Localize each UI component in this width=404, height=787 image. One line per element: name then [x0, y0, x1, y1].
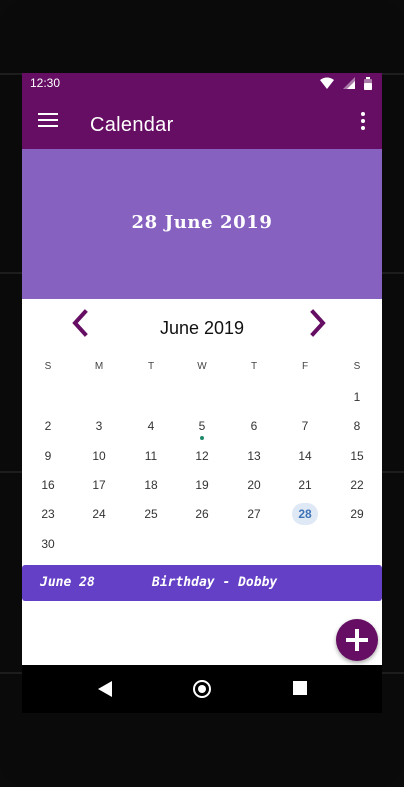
system-nav-bar	[22, 665, 382, 713]
day-cell[interactable]: 16	[34, 474, 62, 496]
day-cell[interactable]: 12	[188, 445, 216, 467]
weekday-label: S	[353, 361, 361, 372]
weekday-label: F	[301, 361, 309, 372]
weekday-label: S	[44, 361, 52, 372]
day-cell[interactable]: 11	[137, 445, 165, 467]
frame-line	[382, 73, 404, 75]
frame-line	[0, 471, 22, 473]
frame-line	[382, 272, 404, 274]
app-screen: 12:30 Calendar 28 June 2019 June 2019 S …	[22, 73, 382, 665]
selected-date-banner: 28 June 2019	[22, 149, 382, 299]
day-cell[interactable]: 22	[343, 474, 371, 496]
weekday-label: T	[147, 361, 155, 372]
day-cell[interactable]: 27	[240, 503, 268, 525]
day-cell[interactable]: 15	[343, 445, 371, 467]
event-indicator-dot	[200, 436, 204, 441]
frame-line	[0, 272, 22, 274]
day-cell[interactable]: 10	[85, 445, 113, 467]
day-cell[interactable]: 24	[85, 503, 113, 525]
event-date: June 28	[40, 575, 95, 590]
day-cell[interactable]: 21	[291, 474, 319, 496]
hamburger-menu-icon[interactable]	[38, 113, 58, 129]
day-cell[interactable]: 7	[291, 415, 319, 437]
day-cell[interactable]: 30	[34, 533, 62, 555]
day-cell[interactable]: 17	[85, 474, 113, 496]
recents-icon[interactable]	[293, 681, 307, 695]
back-icon[interactable]	[98, 681, 112, 697]
signal-icon	[343, 77, 355, 89]
day-cell[interactable]: 4	[137, 415, 165, 437]
day-cell[interactable]: 23	[34, 503, 62, 525]
event-item[interactable]: June 28 Birthday - Dobby	[22, 565, 382, 601]
day-cell[interactable]: 14	[291, 445, 319, 467]
day-cell-selected[interactable]: 28	[292, 503, 318, 526]
selected-date-text: 28 June 2019	[131, 212, 273, 233]
event-title: Birthday - Dobby	[152, 575, 278, 590]
toolbar-title: Calendar	[90, 114, 174, 136]
day-cell[interactable]: 18	[137, 474, 165, 496]
day-cell[interactable]: 2	[34, 415, 62, 437]
weekday-label: M	[94, 361, 104, 372]
frame-line	[382, 672, 404, 674]
status-bar: 12:30	[22, 73, 382, 93]
frame-line	[0, 73, 22, 75]
battery-icon	[364, 76, 372, 90]
add-event-button[interactable]	[336, 619, 378, 661]
wifi-icon	[320, 77, 334, 89]
weekday-header-row: S M T W T F S	[22, 361, 382, 379]
status-icons	[320, 76, 372, 90]
home-icon[interactable]	[193, 680, 211, 698]
day-cell[interactable]: 5	[188, 415, 216, 437]
day-cell[interactable]: 13	[240, 445, 268, 467]
day-cell[interactable]: 19	[188, 474, 216, 496]
calendar-header: June 2019	[22, 299, 382, 355]
day-cell[interactable]: 6	[240, 415, 268, 437]
app-toolbar: Calendar	[22, 93, 382, 149]
day-cell[interactable]: 9	[34, 445, 62, 467]
day-cell[interactable]: 29	[343, 503, 371, 525]
frame-line	[0, 672, 22, 674]
status-time: 12:30	[30, 76, 61, 90]
more-vert-icon[interactable]	[360, 112, 366, 132]
day-cell[interactable]: 3	[85, 415, 113, 437]
weekday-label: T	[250, 361, 258, 372]
weekday-label: W	[197, 361, 207, 372]
chevron-right-icon[interactable]	[306, 309, 330, 337]
day-cell[interactable]: 25	[137, 503, 165, 525]
day-cell[interactable]: 1	[343, 386, 371, 408]
day-cell[interactable]: 26	[188, 503, 216, 525]
day-cell[interactable]: 20	[240, 474, 268, 496]
day-cell[interactable]: 8	[343, 415, 371, 437]
frame-line	[382, 471, 404, 473]
